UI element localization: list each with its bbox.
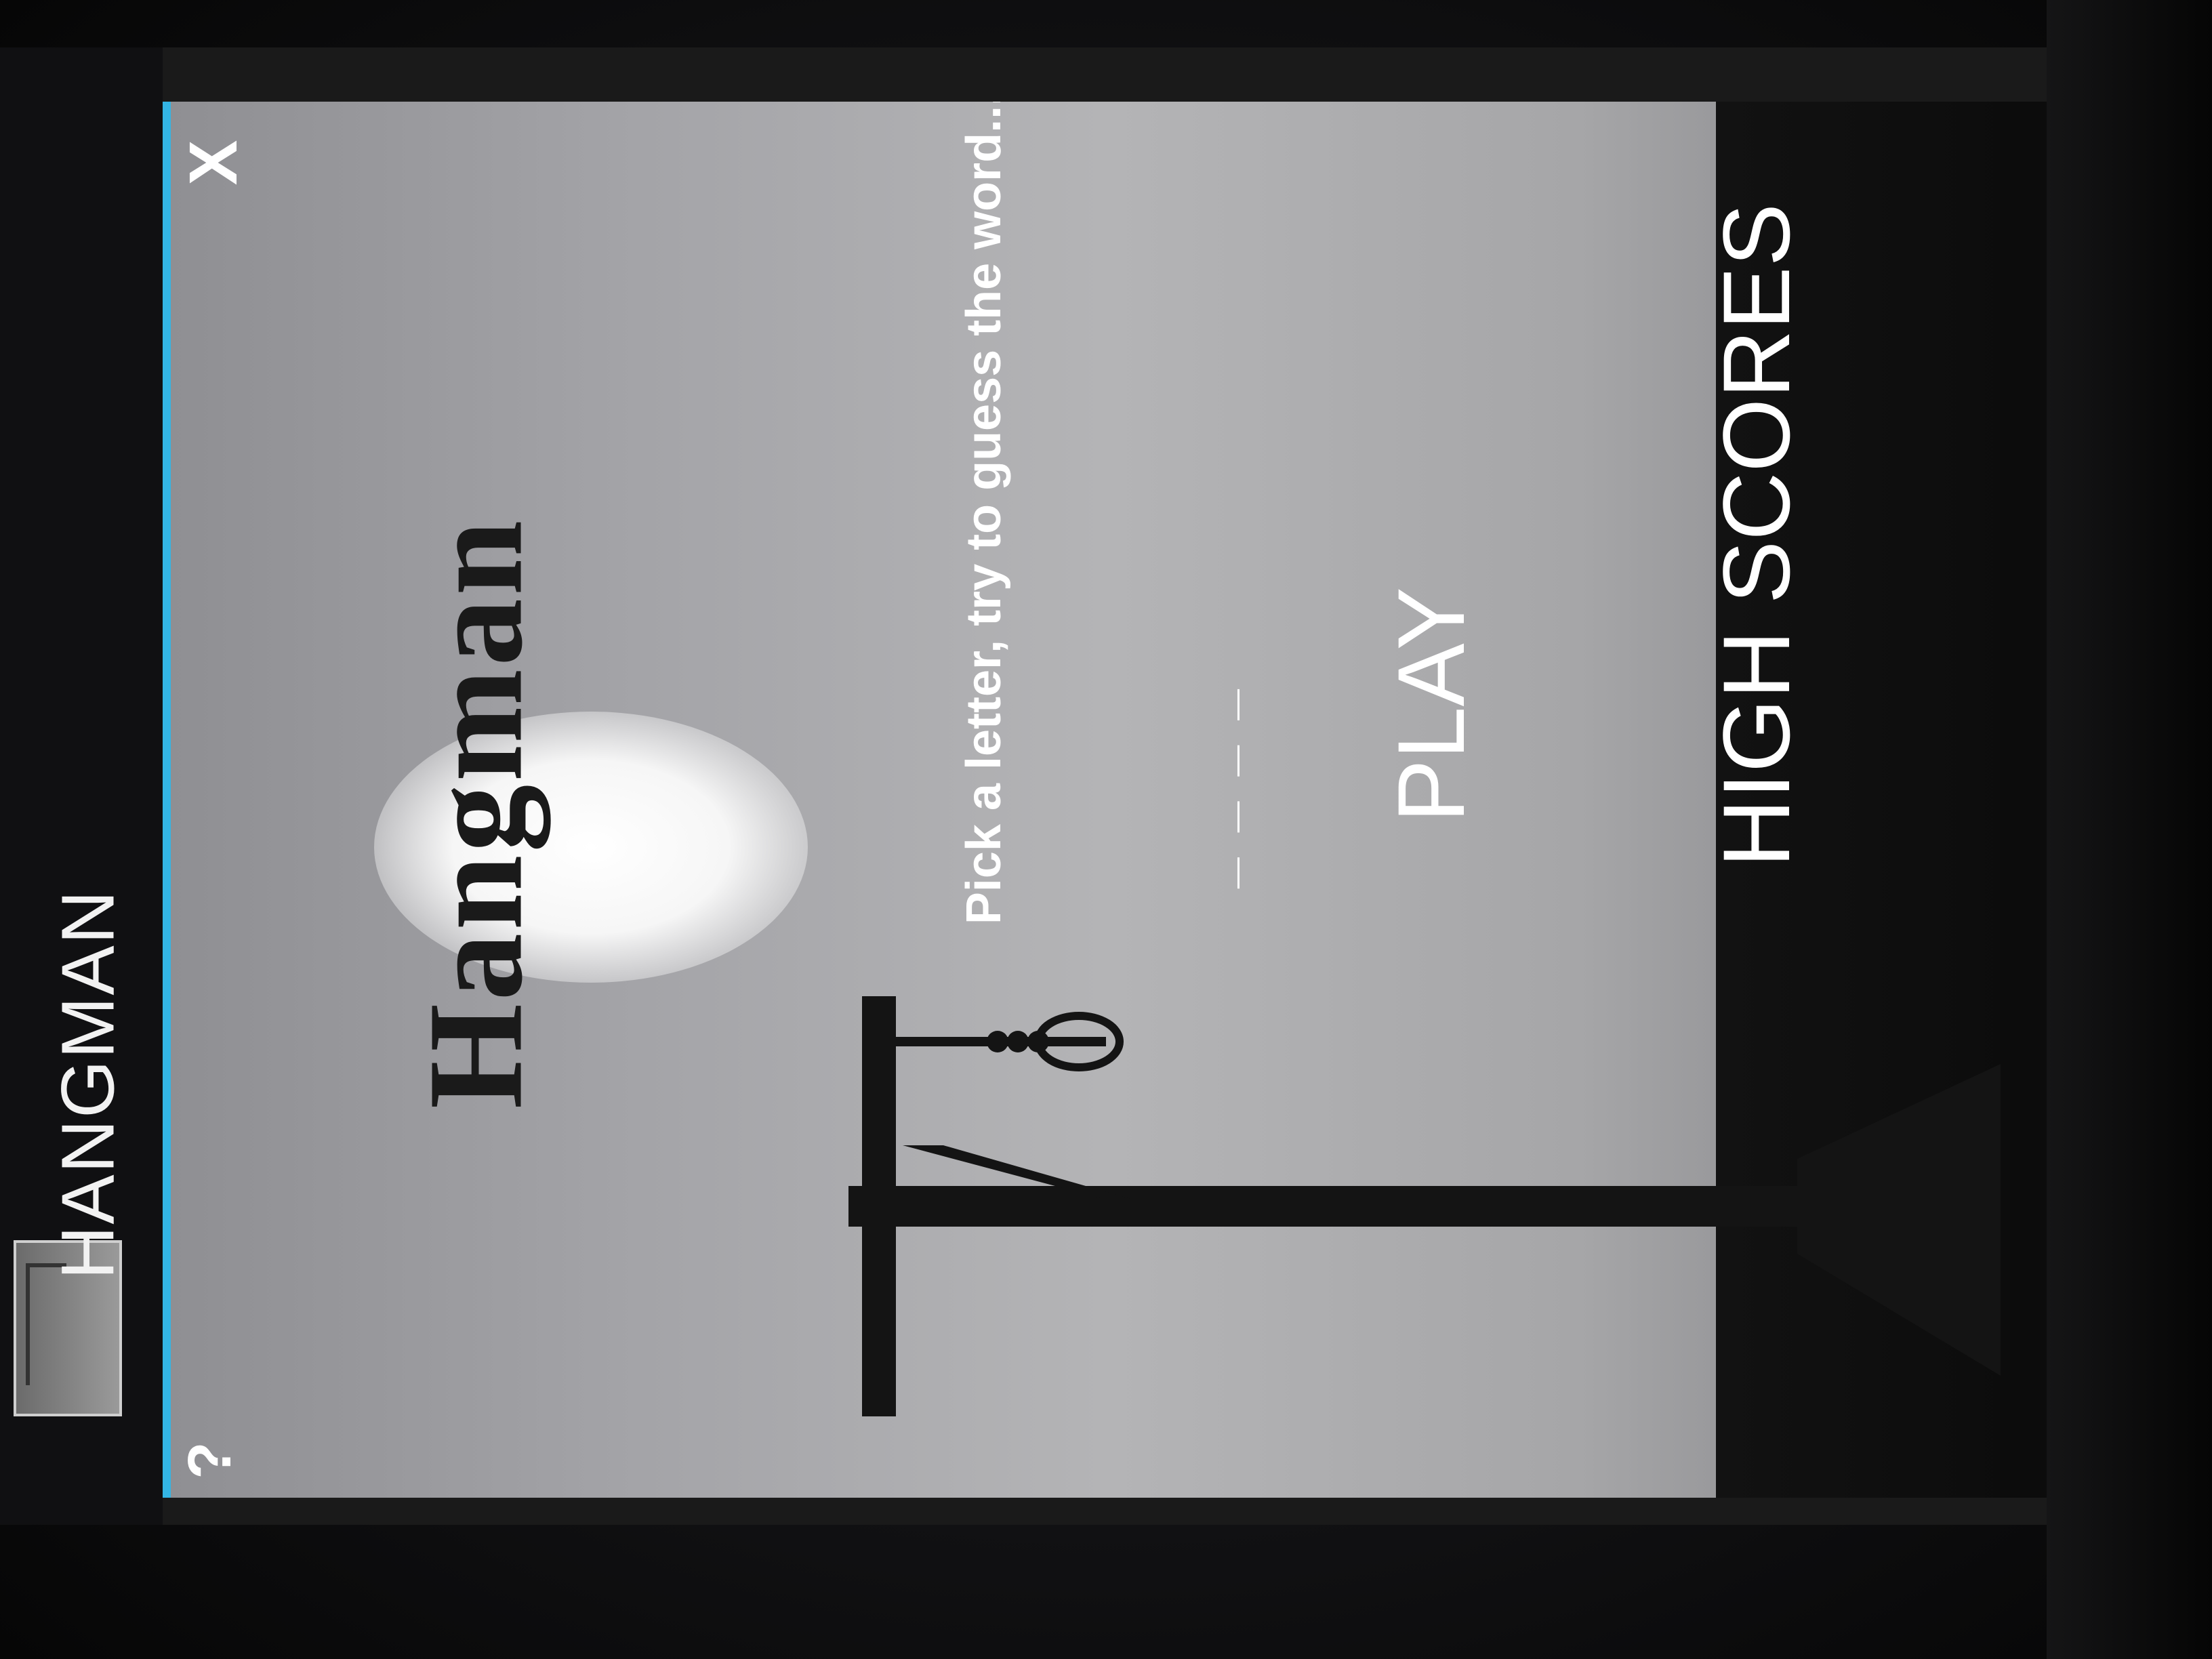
hangman-logo: Hangman [401,517,551,1109]
rope-knot-1 [987,1031,1008,1052]
phone-screen: HANGMAN Hangman Pick a letter, try to gu… [0,47,2047,1525]
play-button[interactable]: PLAY [1376,587,1486,823]
word-blanks: _ _ _ _ [1184,684,1244,888]
gallows-post [848,1186,1933,1227]
help-button[interactable]: ? [176,1433,244,1488]
high-scores-button[interactable]: HIGH SCORES [1702,203,1811,867]
action-bar-divider [163,102,171,1498]
app-title-container: HANGMAN [41,881,136,1288]
icon-gallows-post [26,1263,30,1385]
game-content: Hangman Pick a letter, try to guess the … [171,102,2047,1498]
rope-knot-2 [1007,1031,1029,1052]
close-button[interactable]: X [176,132,251,193]
action-bar: HANGMAN [0,47,163,1525]
phone-bezel [2047,0,2212,1659]
app-title: HANGMAN [46,888,130,1280]
gallows-base [1797,1064,2001,1376]
gallows-silhouette [848,996,2001,1416]
instruction-text: Pick a letter, try to guess the word... [957,102,1011,925]
